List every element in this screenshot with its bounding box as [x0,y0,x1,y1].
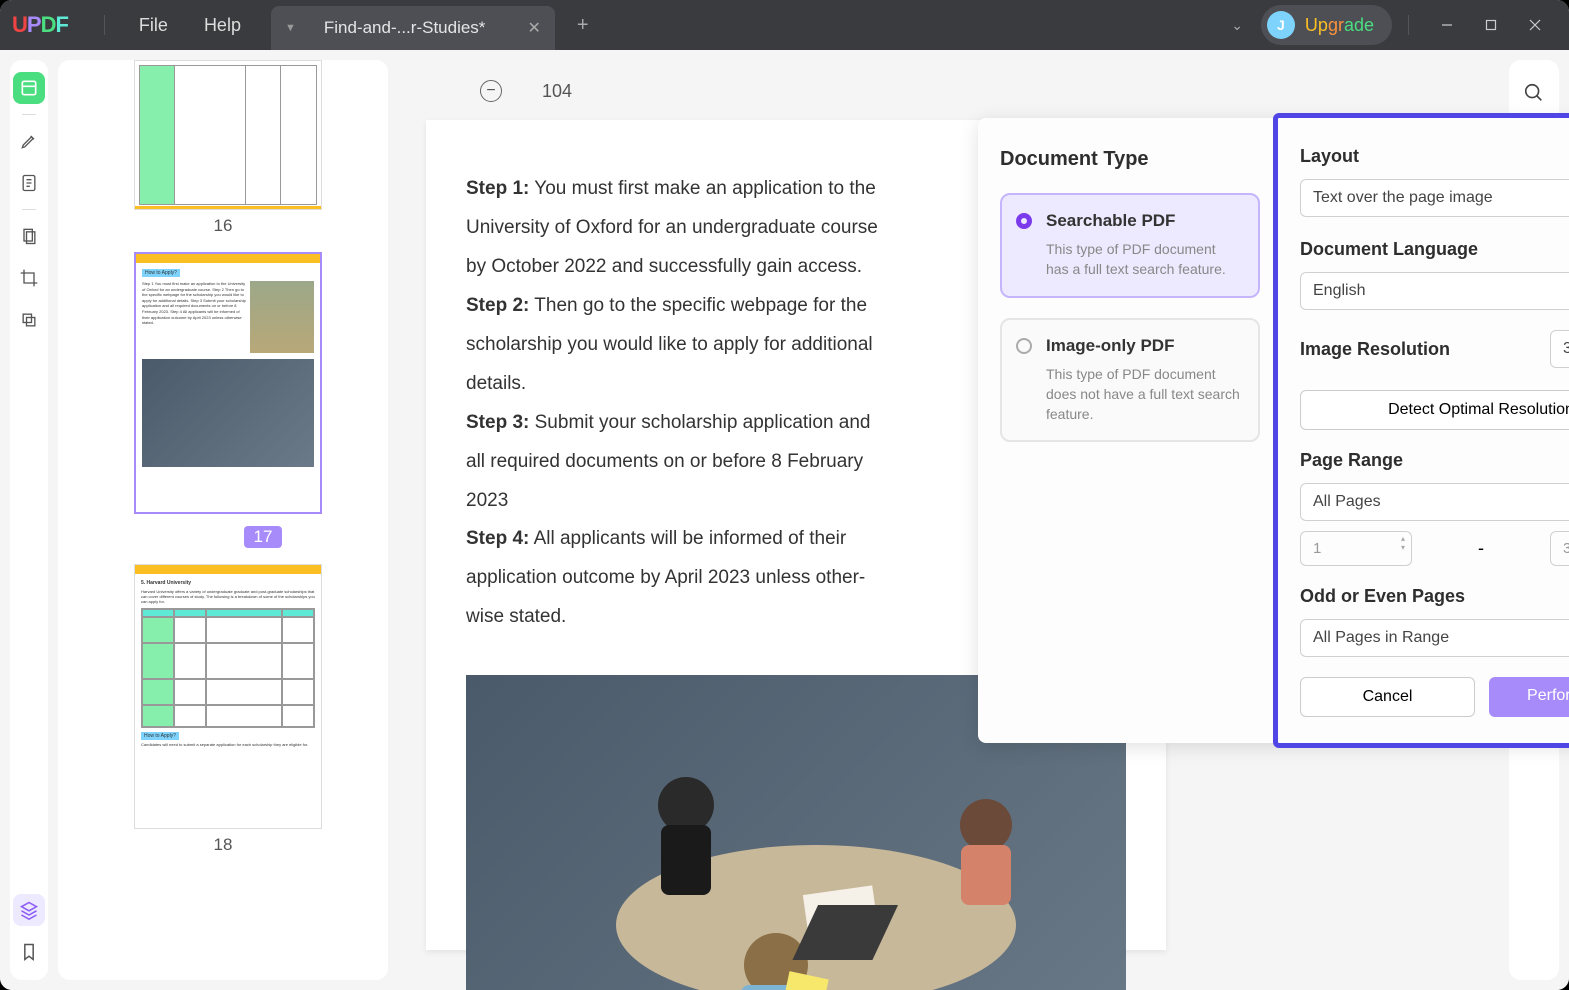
radio-icon [1016,213,1032,229]
thumb-label: 16 [134,216,312,236]
range-from-input[interactable]: 1 [1300,531,1412,566]
tab-dropdown-icon[interactable]: ▼ [285,22,296,34]
crop-tool[interactable] [13,262,45,294]
menu-help[interactable]: Help [186,9,259,42]
menu-file[interactable]: File [121,9,186,42]
cancel-button[interactable]: Cancel [1300,677,1475,717]
detect-resolution-button[interactable]: Detect Optimal Resolution [1300,390,1569,430]
zoom-out-button[interactable]: − [480,80,502,102]
ocr-settings-panel: ? Layout Text over the page image Docume… [1278,118,1569,743]
left-toolbar [10,60,48,980]
upgrade-button[interactable]: J Upgrade [1261,5,1392,45]
doc-type-panel: Document Type Searchable PDF This type o… [978,118,1278,743]
new-tab-button[interactable]: + [577,14,589,37]
image-only-pdf-option[interactable]: Image-only PDF This type of PDF document… [1000,318,1260,443]
highlighter-tool[interactable] [13,125,45,157]
odd-even-dropdown[interactable]: All Pages in Range [1300,619,1569,657]
thumb-16[interactable]: 16 [134,60,312,236]
radio-icon [1016,338,1032,354]
res-dropdown[interactable]: 300 dpi [1550,330,1569,368]
range-dash: - [1420,538,1542,559]
edit-tool[interactable] [13,167,45,199]
divider [22,114,36,115]
app-logo: UPDF [12,12,68,38]
thumbnail-panel[interactable]: 16 How to Apply? Step 1 You must first m… [58,60,388,980]
layout-dropdown[interactable]: Text over the page image [1300,179,1569,217]
user-avatar: J [1267,11,1295,39]
main-view: − 104 Step 1: You must first make an app… [398,60,1499,980]
lang-dropdown[interactable]: English [1300,272,1569,310]
lang-label: Document Language [1300,239,1569,260]
res-label: Image Resolution [1300,339,1540,360]
thumb-17[interactable]: How to Apply? Step 1 You must first make… [134,252,312,548]
thumbnails-tool[interactable] [13,72,45,104]
thumb-label-active: 17 [244,526,283,548]
layout-label: Layout [1300,146,1569,167]
upgrade-label: Upgrade [1305,15,1374,36]
window-maximize[interactable] [1469,5,1513,45]
document-tab[interactable]: ▼ Find-and-...r-Studies* ✕ [271,6,555,50]
copy-tool[interactable] [13,304,45,336]
odd-even-label: Odd or Even Pages [1300,586,1569,607]
titlebar: UPDF File Help ▼ Find-and-...r-Studies* … [0,0,1569,50]
option-desc: This type of PDF document has a full tex… [1046,239,1240,280]
divider [22,209,36,210]
thumb-18[interactable]: 5. Harvard University Harvard University… [134,564,312,855]
divider [1408,15,1409,35]
chevron-down-icon[interactable]: ⌄ [1231,17,1243,34]
option-title: Image-only PDF [1046,336,1240,356]
ocr-popover: Document Type Searchable PDF This type o… [978,118,1569,743]
layers-tool[interactable] [13,894,45,926]
window-close[interactable] [1513,5,1557,45]
option-desc: This type of PDF document does not have … [1046,364,1240,425]
zoom-value: 104 [542,81,572,102]
searchable-pdf-option[interactable]: Searchable PDF This type of PDF document… [1000,193,1260,298]
bookmark-tool[interactable] [13,936,45,968]
doc-type-title: Document Type [1000,148,1260,171]
zoom-controls: − 104 [480,80,572,102]
perform-ocr-button[interactable]: Perform OCR [1489,677,1569,717]
thumb-label: 18 [134,835,312,855]
option-title: Searchable PDF [1046,211,1240,231]
divider [104,15,105,35]
tab-title: Find-and-...r-Studies* [308,18,516,38]
tab-close-icon[interactable]: ✕ [527,18,540,38]
pages-tool[interactable] [13,220,45,252]
range-label: Page Range [1300,450,1569,471]
range-dropdown[interactable]: All Pages [1300,483,1569,521]
range-to-input[interactable]: 30 [1550,531,1569,566]
window-minimize[interactable] [1425,5,1469,45]
search-icon[interactable] [1519,78,1549,108]
